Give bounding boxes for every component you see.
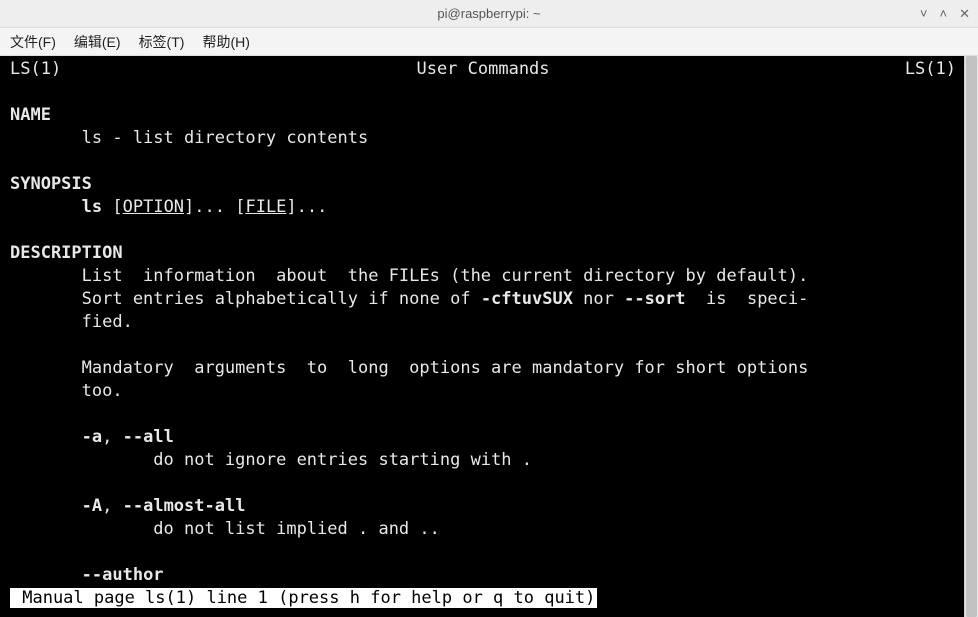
scrollbar[interactable]: [964, 56, 978, 617]
opt-A-sep: ,: [102, 496, 122, 516]
menu-tabs[interactable]: 标签(T): [139, 32, 185, 52]
menubar: 文件(F) 编辑(E) 标签(T) 帮助(H): [0, 28, 978, 56]
opt-a-sep: ,: [102, 427, 122, 447]
maximize-icon[interactable]: ˄: [940, 7, 948, 20]
section-name: NAME: [10, 105, 51, 125]
opt-A-short: -A: [82, 496, 102, 516]
terminal-container: LS(1) User Commands LS(1) NAME ls - list d…: [0, 56, 978, 617]
man-status-line: Manual page ls(1) line 1 (press h for he…: [10, 588, 597, 608]
window-titlebar: pi@raspberrypi: ~ ˅ ˄ ✕: [0, 0, 978, 28]
opt-a-indent: [10, 427, 82, 447]
opt-A-indent: [10, 496, 82, 516]
opt-a-long: --all: [123, 427, 174, 447]
desc-line-2a: Sort entries alphabetically if none of: [10, 289, 481, 309]
desc-flag-sort: --sort: [624, 289, 685, 309]
desc-line-5: too.: [10, 381, 123, 401]
synopsis-cmd: ls: [82, 197, 102, 217]
terminal[interactable]: LS(1) User Commands LS(1) NAME ls - list d…: [0, 56, 964, 617]
opt-A-desc: do not list implied . and ..: [10, 519, 440, 539]
man-header: LS(1) User Commands LS(1): [10, 58, 956, 81]
opt-A-long: --almost-all: [123, 496, 246, 516]
opt-author-long: --author: [82, 565, 164, 585]
synopsis-option: OPTION: [123, 197, 184, 217]
section-synopsis: SYNOPSIS: [10, 174, 92, 194]
man-header-center: User Commands: [416, 58, 549, 81]
desc-line-4: Mandatory arguments to long options are …: [10, 358, 808, 378]
window-title: pi@raspberrypi: ~: [437, 6, 540, 21]
opt-author-indent: [10, 565, 82, 585]
opt-a-desc: do not ignore entries starting with .: [10, 450, 532, 470]
opt-a-short: -a: [82, 427, 102, 447]
synopsis-end: ]...: [286, 197, 327, 217]
menu-file[interactable]: 文件(F): [10, 32, 56, 52]
desc-line-1: List information about the FILEs (the cu…: [10, 266, 808, 286]
scroll-thumb[interactable]: [966, 56, 977, 617]
desc-flag-cftuv: -cftuvSUX: [481, 289, 573, 309]
man-header-right: LS(1): [905, 58, 956, 81]
desc-line-2e: is speci-: [686, 289, 809, 309]
desc-line-3: fied.: [10, 312, 133, 332]
close-icon[interactable]: ✕: [959, 7, 970, 20]
synopsis-br1: [: [102, 197, 122, 217]
window-controls: ˅ ˄ ✕: [920, 7, 970, 20]
section-description: DESCRIPTION: [10, 243, 123, 263]
minimize-icon[interactable]: ˅: [920, 7, 928, 20]
name-line: ls - list directory contents: [10, 128, 368, 148]
synopsis-mid: ]... [: [184, 197, 245, 217]
menu-edit[interactable]: 编辑(E): [74, 32, 121, 52]
desc-line-2c: nor: [573, 289, 624, 309]
man-header-left: LS(1): [10, 58, 61, 81]
menu-help[interactable]: 帮助(H): [202, 32, 249, 52]
synopsis-indent: [10, 197, 82, 217]
synopsis-file: FILE: [245, 197, 286, 217]
